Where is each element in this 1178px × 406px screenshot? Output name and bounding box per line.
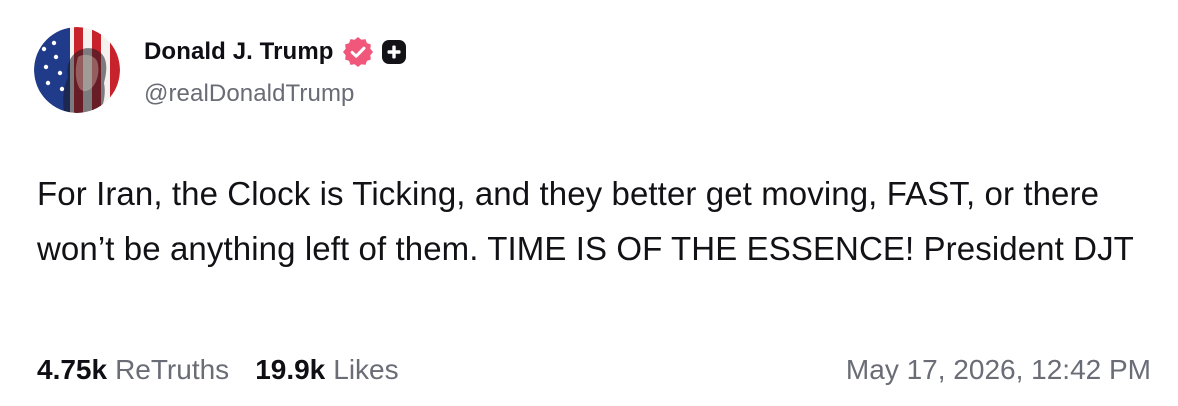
post-card: Donald J. Trump @realDonaldTrump For Ira…: [0, 0, 1178, 406]
likes-label: Likes: [333, 354, 399, 385]
post-header: Donald J. Trump @realDonaldTrump: [34, 27, 407, 113]
likes-stat[interactable]: 19.9k Likes: [255, 354, 398, 386]
author-display-name[interactable]: Donald J. Trump: [144, 38, 334, 66]
retruths-label: ReTruths: [115, 354, 230, 385]
post-timestamp[interactable]: May 17, 2026, 12:42 PM: [846, 354, 1151, 386]
author-identity: Donald J. Trump @realDonaldTrump: [144, 32, 407, 108]
post-body-text: For Iran, the Clock is Ticking, and they…: [37, 175, 1134, 267]
likes-count: 19.9k: [255, 354, 326, 385]
author-name-row: Donald J. Trump: [144, 32, 407, 72]
retruths-stat[interactable]: 4.75k ReTruths: [37, 354, 229, 386]
retruths-count: 4.75k: [37, 354, 108, 385]
author-handle[interactable]: @realDonaldTrump: [144, 80, 407, 108]
plus-badge-icon: [381, 39, 407, 65]
post-footer: 4.75k ReTruths 19.9k Likes May 17, 2026,…: [37, 349, 1151, 391]
verified-badge-icon: [342, 37, 373, 67]
avatar[interactable]: [34, 27, 120, 113]
flag-portrait-avatar-icon: [34, 27, 120, 113]
